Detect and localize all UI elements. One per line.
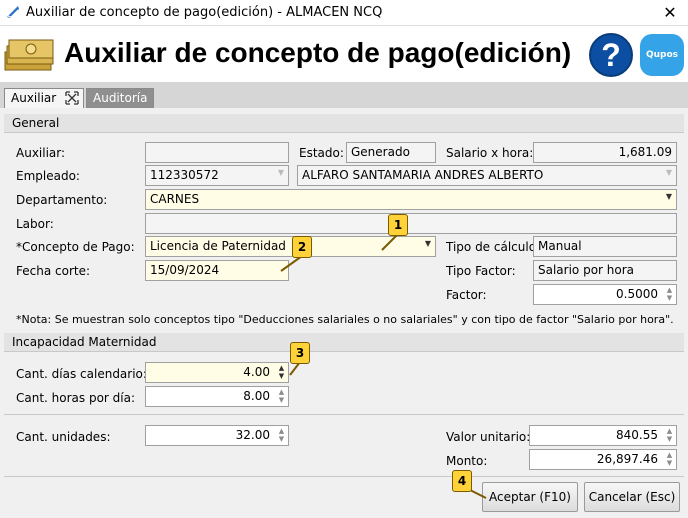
monto-field[interactable]: 26,897.46 ▲ ▼: [529, 449, 677, 470]
estado-field: Generado: [346, 142, 436, 163]
section-general: General: [4, 114, 684, 133]
valor-unitario-label: Valor unitario:: [446, 430, 531, 444]
tipo-factor-label: Tipo Factor:: [446, 264, 516, 278]
monto-value: 26,897.46: [596, 452, 658, 466]
tab-auditoria[interactable]: Auditoría: [86, 88, 154, 108]
tab-auditoria-label: Auditoría: [93, 91, 148, 105]
spinner-icon[interactable]: ▲ ▼: [665, 451, 674, 468]
tab-auxiliar[interactable]: Auxiliar: [4, 88, 84, 108]
app-icon: [6, 5, 20, 19]
salario-hora-label: Salario x hora:: [446, 146, 534, 160]
departamento-select[interactable]: CARNES ▼: [145, 189, 677, 210]
concepto-pago-value: Licencia de Paternidad: [150, 239, 286, 253]
factor-field[interactable]: 0.5000 ▲ ▼: [533, 284, 677, 305]
window-title: Auxiliar de concepto de pago(edición) - …: [26, 5, 383, 20]
close-icon[interactable]: ✕: [660, 3, 680, 22]
departamento-label: Departamento:: [16, 193, 108, 207]
chevron-down-icon: ▼: [665, 192, 672, 201]
auxiliar-field[interactable]: [145, 142, 289, 163]
fecha-corte-label: Fecha corte:: [16, 264, 91, 278]
spinner-icon[interactable]: ▲ ▼: [277, 364, 286, 381]
horas-dia-value: 8.00: [243, 389, 270, 403]
help-button[interactable]: ?: [589, 33, 633, 77]
tipo-calculo-label: Tipo de cálculo:: [446, 240, 541, 254]
empleado-name-value: ALFARO SANTAMARIA ANDRES ALBERTO: [302, 168, 544, 182]
factor-label: Factor:: [446, 288, 487, 302]
cancel-button[interactable]: Cancelar (Esc): [584, 482, 680, 512]
estado-label: Estado:: [299, 146, 344, 160]
factor-value: 0.5000: [616, 287, 658, 301]
spinner-icon[interactable]: ▲ ▼: [665, 427, 674, 444]
monto-label: Monto:: [446, 454, 488, 468]
labor-label: Labor:: [16, 217, 54, 231]
brand-logo: Qupos: [640, 34, 684, 76]
valor-unitario-value: 840.55: [616, 428, 658, 442]
spinner-icon[interactable]: ▲ ▼: [277, 388, 286, 405]
spinner-icon[interactable]: ▲ ▼: [665, 286, 674, 303]
auxiliar-label: Auxiliar:: [16, 146, 66, 160]
spinner-icon[interactable]: ▲ ▼: [277, 427, 286, 444]
section-divider: [4, 414, 684, 415]
concepto-pago-label: *Concepto de Pago:: [16, 240, 135, 254]
chevron-down-icon: ▼: [665, 168, 672, 177]
tipo-factor-field: Salario por hora: [533, 260, 677, 281]
section-incapacidad: Incapacidad Maternidad: [4, 333, 684, 352]
callout-badge-2: 2: [292, 236, 312, 258]
callout-badge-1: 1: [388, 214, 408, 236]
chevron-down-icon: ▼: [277, 168, 284, 177]
empleado-name-select[interactable]: ALFARO SANTAMARIA ANDRES ALBERTO ▼: [297, 165, 677, 186]
dias-calendario-field[interactable]: 4.00 ▲ ▼: [145, 362, 289, 383]
nota-text: *Nota: Se muestran solo conceptos tipo "…: [16, 313, 674, 326]
money-icon: [3, 36, 55, 74]
page-title: Auxiliar de concepto de pago(edición): [64, 37, 572, 68]
unidades-value: 32.00: [235, 428, 270, 442]
horas-dia-label: Cant. horas por día:: [16, 391, 136, 405]
brand-name: Qupos: [645, 50, 679, 60]
tab-auxiliar-label: Auxiliar: [11, 91, 57, 105]
valor-unitario-field[interactable]: 840.55 ▲ ▼: [529, 425, 677, 446]
chevron-down-icon: ▼: [424, 239, 431, 248]
footer-divider: [4, 476, 684, 477]
empleado-code-select[interactable]: 112330572 ▼: [145, 165, 289, 186]
fecha-corte-field[interactable]: 15/09/2024: [145, 260, 289, 281]
accept-button[interactable]: Aceptar (F10): [482, 482, 578, 512]
labor-field[interactable]: [145, 213, 677, 234]
empleado-label: Empleado:: [16, 169, 80, 183]
tipo-calculo-field: Manual: [533, 236, 677, 257]
expand-icon[interactable]: [65, 91, 79, 105]
horas-dia-field[interactable]: 8.00 ▲ ▼: [145, 386, 289, 407]
callout-badge-3: 3: [290, 342, 310, 364]
salario-hora-field: 1,681.09: [533, 142, 677, 163]
dias-calendario-label: Cant. días calendario:: [16, 367, 147, 381]
empleado-code-value: 112330572: [150, 168, 219, 182]
departamento-value: CARNES: [150, 192, 200, 206]
dias-calendario-value: 4.00: [243, 365, 270, 379]
help-icon: ?: [601, 37, 621, 73]
unidades-label: Cant. unidades:: [16, 430, 111, 444]
callout-badge-4: 4: [452, 470, 472, 492]
unidades-field[interactable]: 32.00 ▲ ▼: [145, 425, 289, 446]
concepto-pago-select[interactable]: Licencia de Paternidad ▼: [145, 236, 436, 257]
